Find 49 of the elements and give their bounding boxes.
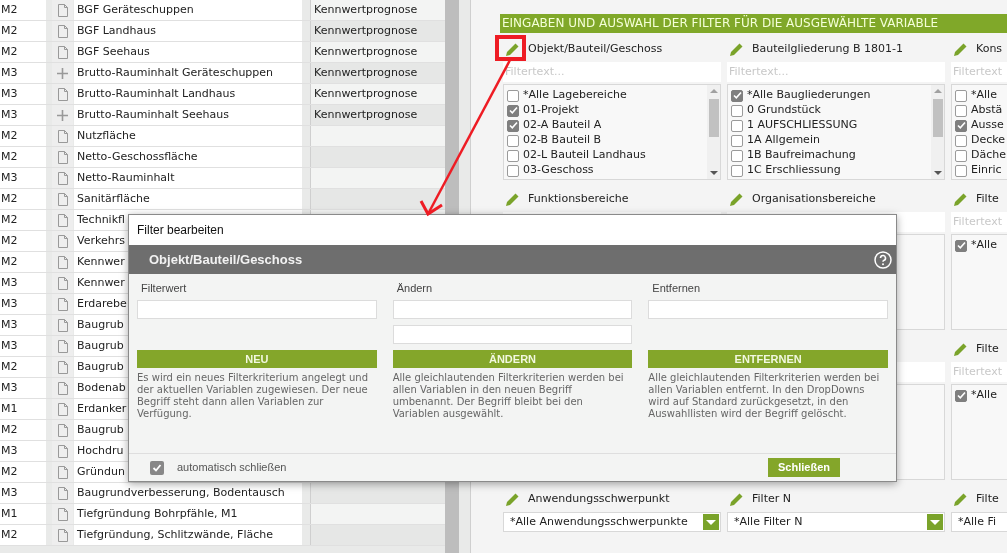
filter-title: Kons xyxy=(976,40,1003,57)
checkbox-label: automatisch schließen xyxy=(177,460,288,476)
unit-cell: M2 xyxy=(0,21,46,41)
unit-cell: M3 xyxy=(0,273,46,293)
filter-title: Bauteilgliederung B 1801-1 xyxy=(752,40,903,57)
dialog-heading: Objekt/Bauteil/Geschoss xyxy=(149,250,304,269)
filter-title: Filte xyxy=(976,190,999,207)
unit-cell: M2 xyxy=(0,231,46,251)
unit-cell: M2 xyxy=(0,252,46,272)
unit-cell: M1 xyxy=(0,504,46,524)
type-cell: Kennwertprognose xyxy=(310,84,445,104)
unit-cell: M3 xyxy=(0,441,46,461)
unit-cell: M2 xyxy=(0,126,46,146)
unit-cell: M2 xyxy=(0,0,46,20)
unit-cell: M3 xyxy=(0,294,46,314)
unit-cell: M2 xyxy=(0,189,46,209)
filter-title: Objekt/Bauteil/Geschoss xyxy=(528,40,663,57)
unit-cell: M1 xyxy=(0,399,46,419)
filter-title: Funktionsbereiche xyxy=(528,190,629,207)
dialog-title: Filter bearbeiten xyxy=(137,222,224,239)
type-cell: Kennwertprognose xyxy=(310,42,445,62)
unit-cell: M2 xyxy=(0,210,46,230)
unit-cell: M2 xyxy=(0,462,46,482)
filter-title: Filte xyxy=(976,340,999,357)
description: Alle gleichlautenden Filterkriterien werden bei allen Variablen in den neuen Begriff umbenannt. Der Begriff bleibt bei den Variablen ausgewählt. xyxy=(392,372,625,420)
field-label: Entfernen xyxy=(651,281,702,296)
section-header: EINGABEN UND AUSWAHL DER FILTER FÜR DIE AUSGEWÄHLTE VARIABLE xyxy=(500,14,1007,33)
field-label: Filterwert xyxy=(140,281,188,296)
unit-cell: M2 xyxy=(0,420,46,440)
filter-title: Filter N xyxy=(752,490,791,507)
unit-cell: M2 xyxy=(0,525,46,545)
unit-cell: M3 xyxy=(0,84,46,104)
filter-title: Organisationsbereiche xyxy=(752,190,876,207)
unit-cell: M3 xyxy=(0,336,46,356)
unit-cell: M3 xyxy=(0,168,46,188)
unit-cell: M3 xyxy=(0,63,46,83)
filter-title: Anwendungsschwerpunkt xyxy=(528,490,670,507)
description: Es wird ein neues Filterkriterium angelegt und der aktuellen Variablen zugewiesen. Der neue Begriff steht dann allen Variablen zur Verfügung. xyxy=(137,372,369,420)
unit-cell: M3 xyxy=(0,105,46,125)
field-label: Ändern xyxy=(395,281,434,296)
unit-cell: M2 xyxy=(0,147,46,167)
type-cell: Kennwertprognose xyxy=(310,0,445,20)
unit-cell: M2 xyxy=(0,42,46,62)
unit-cell: M3 xyxy=(0,315,46,335)
unit-cell: M3 xyxy=(0,378,46,398)
unit-cell: M2 xyxy=(0,357,46,377)
unit-cell: M3 xyxy=(0,483,46,503)
description: Alle gleichlautenden Filterkriterien werden bei allen Variablen entfernt. In den DropDowns wird auf Standard zurückgesetzt, in den Auswahllisten wird der Begriff gelöscht. xyxy=(648,372,881,420)
filter-title: Filte xyxy=(976,490,999,507)
